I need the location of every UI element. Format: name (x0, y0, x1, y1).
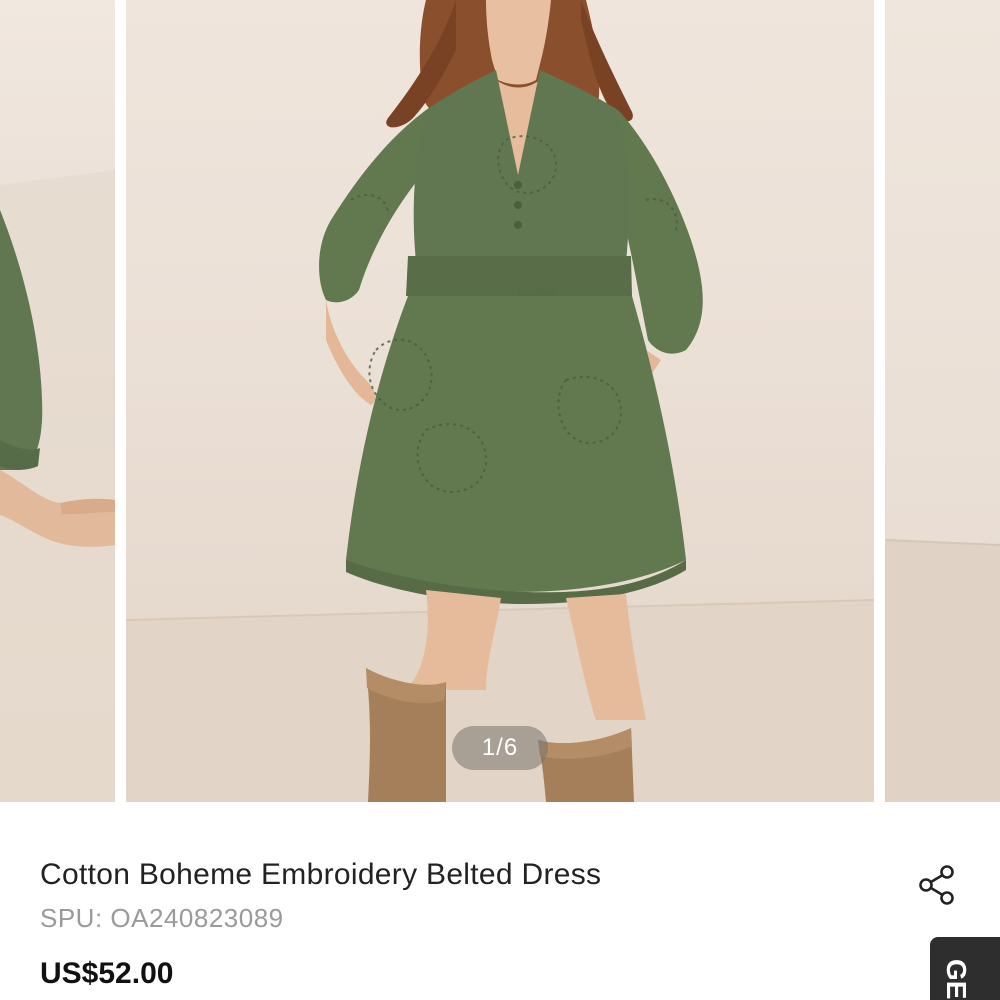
product-title: Cotton Boheme Embroidery Belted Dress (40, 858, 602, 891)
product-photo-main (126, 0, 874, 802)
product-image-carousel[interactable]: 1/6 (0, 0, 1000, 802)
product-photo-previous (0, 170, 115, 802)
floating-side-tab[interactable]: GE (930, 937, 1000, 1000)
carousel-slide-next[interactable] (885, 0, 1000, 802)
carousel-page-indicator: 1/6 (452, 726, 548, 770)
side-tab-label: GE (941, 959, 972, 1000)
product-photo-next (885, 539, 1000, 802)
carousel-slide-current[interactable] (126, 0, 874, 802)
share-button[interactable] (912, 860, 962, 910)
product-detail-page: 1/6 Cotton Boheme Embroidery Belted Dres… (0, 0, 1000, 1000)
carousel-slide-previous[interactable] (0, 0, 115, 802)
product-spu: SPU: OA240823089 (40, 903, 284, 933)
share-icon (919, 865, 954, 905)
product-price: US$52.00 (40, 957, 174, 990)
